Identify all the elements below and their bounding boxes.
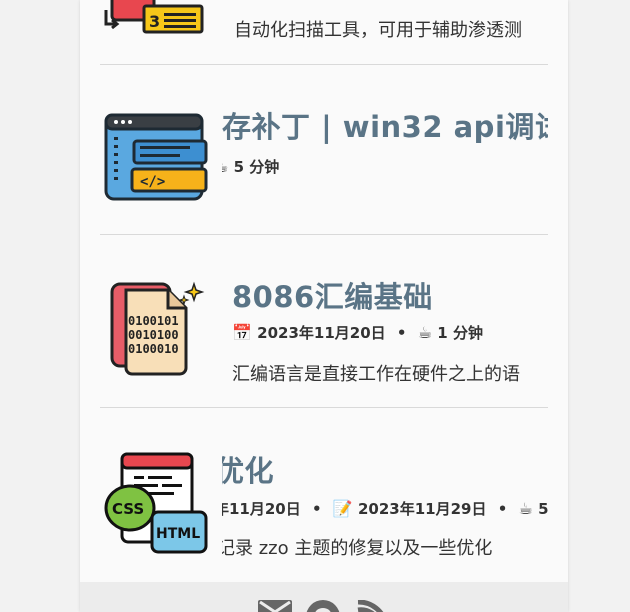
binary-file-icon[interactable]: 0100101 0010100 0100010	[108, 280, 208, 380]
reading-time: 5 分	[538, 500, 548, 518]
svg-text:</>: </>	[140, 174, 165, 190]
divider	[100, 407, 548, 408]
divider	[100, 64, 548, 65]
post-4-text-clip: 优化 年11月20日 • 📝 2023年11月29日 • ☕ 5 分 记录 zz…	[222, 440, 548, 564]
post-title[interactable]: 优化	[222, 448, 274, 490]
scan-tool-icon[interactable]: 3	[102, 0, 212, 40]
meta-separator: •	[311, 500, 322, 518]
rss-icon[interactable]	[356, 599, 386, 612]
post-date: 2023年11月20日	[257, 324, 386, 342]
post-summary: 自动化扫描工具，可用于辅助渗透测	[234, 20, 522, 41]
post-title[interactable]: 存补丁 | win32 api调试	[222, 104, 548, 146]
svg-text:0100101: 0100101	[128, 314, 179, 328]
post-3-text-clip: 📅 2023年11月20日 • ☕ 1 分钟 汇编语言是直接工作在硬件之上的语	[232, 318, 548, 388]
svg-text:3: 3	[149, 12, 160, 31]
post-meta: ☕ 5 分钟	[222, 156, 279, 177]
code-window-icon[interactable]: </>	[104, 113, 210, 207]
svg-text:CSS: CSS	[112, 500, 144, 518]
coffee-icon: ☕	[518, 499, 533, 518]
reading-time: 5 分钟	[233, 158, 280, 176]
coffee-icon: ☕	[222, 157, 228, 176]
coffee-icon: ☕	[417, 323, 433, 342]
footer	[80, 582, 568, 612]
post-summary: 记录 zzo 主题的修复以及一些优化	[222, 538, 493, 559]
svg-text:0100010: 0100010	[128, 342, 179, 356]
post-date: 年11月20日	[222, 500, 301, 518]
github-icon[interactable]	[306, 600, 340, 612]
post-2-text-clip: 存补丁 | win32 api调试 ☕ 5 分钟	[222, 100, 548, 190]
post-list-card: 3 自动化扫描工具，可用于辅助渗透测 </> 存补丁 | win32 api调试…	[80, 0, 568, 612]
svg-text:HTML: HTML	[156, 526, 200, 542]
post-summary: 汇编语言是直接工作在硬件之上的语	[232, 364, 520, 385]
memo-icon: 📝	[332, 499, 353, 518]
css-html-icon[interactable]: CSS HTML	[104, 452, 210, 560]
svg-text:0010100: 0010100	[128, 328, 179, 342]
reading-time: 1 分钟	[437, 324, 483, 342]
calendar-icon: 📅	[232, 323, 252, 342]
post-meta: 📅 2023年11月20日 • ☕ 1 分钟	[232, 322, 483, 343]
meta-separator: •	[497, 500, 508, 518]
post-title[interactable]: 8086汇编基础	[232, 274, 433, 316]
post-updated-date: 2023年11月29日	[357, 500, 487, 518]
post-1-summary-clip: 自动化扫描工具，可用于辅助渗透测	[234, 14, 548, 44]
post-meta: 年11月20日 • 📝 2023年11月29日 • ☕ 5 分	[222, 498, 548, 519]
mail-icon[interactable]	[258, 600, 292, 612]
divider	[100, 234, 548, 235]
meta-separator: •	[396, 324, 407, 342]
